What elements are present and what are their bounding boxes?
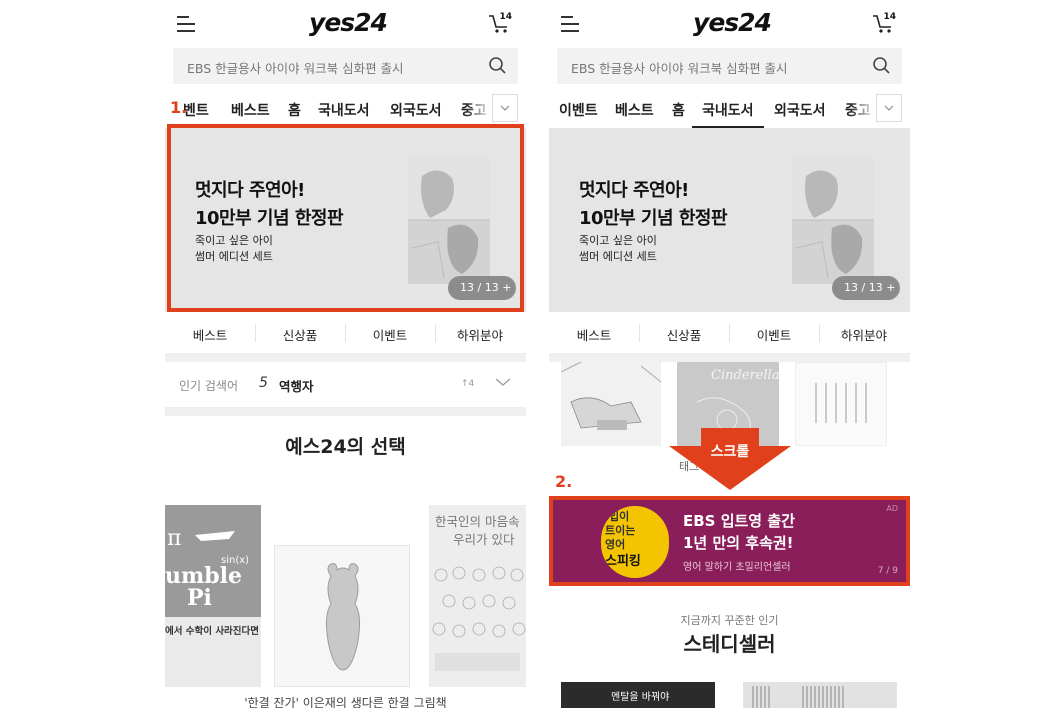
tab-best[interactable]: 베스트 (615, 100, 654, 120)
logo[interactable]: yes24 (293, 8, 403, 37)
category-tabs: 벤트 베스트 홈 국내도서 외국도서 중고 (165, 92, 526, 128)
sub-cat-subfield[interactable]: 하위분야 (435, 312, 525, 354)
search-placeholder: EBS 한글용사 아이야 워크북 심화편 출시 (187, 61, 404, 76)
tabs-expand-button[interactable] (492, 94, 518, 122)
tag-book-cover-3[interactable] (795, 362, 887, 446)
tabs-fade (466, 92, 492, 122)
steady-book-cover-2[interactable] (743, 682, 897, 708)
cart-count: 14 (883, 12, 896, 22)
sub-cat-event[interactable]: 이벤트 (729, 312, 819, 354)
book-right-title-2: 우리가 있다 (453, 532, 515, 547)
book-caption: '한결 잔가' 이은재의 생다른 한결 그림책 (244, 696, 447, 708)
section-title: 예스24의 선택 (285, 436, 406, 458)
search-placeholder: EBS 한글용사 아이야 워크북 심화편 출시 (571, 61, 788, 76)
scroll-label: 스크롤 (710, 444, 750, 460)
book-cover-right[interactable]: 한국인의 마음속 우리가 있다 (429, 505, 526, 687)
popular-keyword[interactable]: 역행자 (279, 376, 314, 395)
tab-best[interactable]: 베스트 (231, 100, 270, 120)
sub-cat-best[interactable]: 베스트 (549, 312, 639, 354)
banner-book-cover (792, 158, 874, 284)
section-gap (165, 408, 526, 416)
popular-label: 인기 검색어 (179, 379, 239, 393)
steady-book-cover-1[interactable]: 멘탈을 바꿔야 (561, 682, 715, 708)
steady-subheading: 지금까지 꾸준한 인기 (680, 614, 779, 627)
sub-category-row: 베스트 신상품 이벤트 하위분야 (549, 312, 910, 354)
steady-book-title-1: 멘탈을 바꿔야 (611, 692, 670, 703)
banner-sub-1: 죽이고 싶은 아이 (579, 234, 657, 247)
chevron-down-icon[interactable] (494, 376, 512, 388)
header: yes24 14 (165, 0, 526, 48)
cart-icon[interactable]: 14 (872, 12, 896, 34)
tab-domestic-books[interactable]: 국내도서 (308, 100, 379, 128)
highlight-box-2 (549, 496, 910, 586)
banner-counter[interactable]: 13 / 13 + (832, 276, 900, 300)
sub-cat-new[interactable]: 신상품 (639, 312, 729, 354)
menu-icon[interactable] (177, 16, 195, 32)
book-cover-left[interactable]: π sin(x) umble Pi 에서 수학이 사라진다면 (165, 505, 261, 687)
svg-text:π: π (167, 526, 181, 551)
main-banner[interactable]: 멋지다 주연아! 10만부 기념 한정판 죽이고 싶은 아이 썸머 에디션 세트… (549, 128, 910, 312)
highlight-box-1 (167, 124, 524, 312)
sub-cat-subfield[interactable]: 하위분야 (819, 312, 909, 354)
cart-icon[interactable]: 14 (488, 12, 512, 34)
tab-foreign-books[interactable]: 외국도서 (390, 100, 442, 120)
popular-change: ↑4 (461, 379, 475, 389)
book-cover-center[interactable] (274, 545, 410, 687)
sub-cat-best[interactable]: 베스트 (165, 312, 255, 354)
sub-category-row: 베스트 신상품 이벤트 하위분야 (165, 312, 526, 354)
sub-cat-event[interactable]: 이벤트 (345, 312, 435, 354)
tab-home[interactable]: 홈 (672, 100, 685, 120)
screen-1: yes24 14 EBS 한글용사 아이야 워크북 심화편 출시 벤트 베스트 … (165, 0, 526, 708)
tab-foreign-books[interactable]: 외국도서 (774, 100, 826, 120)
tab-domestic-books[interactable]: 국내도서 (692, 100, 763, 128)
book-right-title-1: 한국인의 마음속 (435, 514, 520, 529)
tag-book-cover-1[interactable] (561, 362, 661, 446)
cart-count: 14 (499, 12, 512, 22)
banner-title-2: 10만부 기념 한정판 (579, 208, 728, 229)
step-label-2: 2. (555, 472, 573, 491)
banner-sub-2: 썸머 에디션 세트 (579, 250, 657, 263)
screen-2: yes24 14 EBS 한글용사 아이야 워크북 심화편 출시 이벤트 베스트… (549, 0, 910, 708)
banner-title-1: 멋지다 주연아! (579, 180, 689, 201)
chevron-down-icon (884, 105, 894, 111)
popular-rank: 5 (259, 375, 268, 391)
logo[interactable]: yes24 (677, 8, 787, 37)
steady-heading: 스테디셀러 (683, 632, 776, 656)
search-bar[interactable]: EBS 한글용사 아이야 워크북 심화편 출시 (173, 48, 518, 84)
search-bar[interactable]: EBS 한글용사 아이야 워크북 심화편 출시 (557, 48, 902, 84)
popular-search-bar[interactable]: 인기 검색어 5 역행자 ↑4 (165, 362, 526, 408)
header: yes24 14 (549, 0, 910, 48)
chevron-down-icon (500, 105, 510, 111)
sub-cat-new[interactable]: 신상품 (255, 312, 345, 354)
tabs-expand-button[interactable] (876, 94, 902, 122)
search-icon[interactable] (488, 56, 508, 76)
book-left-caption: 에서 수학이 사라진다면 (165, 626, 260, 637)
section-gap (165, 354, 526, 362)
section-gap (549, 354, 910, 362)
tab-event[interactable]: 이벤트 (559, 100, 598, 120)
category-tabs: 이벤트 베스트 홈 국내도서 외국도서 중고 (549, 92, 910, 128)
book-left-title-2: Pi (187, 585, 212, 611)
tabs-fade (850, 92, 876, 122)
bear-figure-icon (325, 563, 361, 671)
step-label-1: 1. (170, 98, 188, 117)
menu-icon[interactable] (561, 16, 579, 32)
tab-home[interactable]: 홈 (288, 100, 301, 120)
search-icon[interactable] (872, 56, 892, 76)
